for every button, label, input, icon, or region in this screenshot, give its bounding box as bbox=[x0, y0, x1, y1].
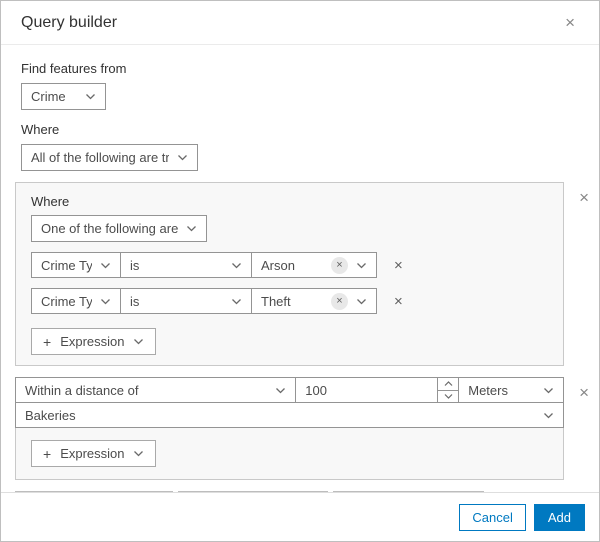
target-layer-value: Bakeries bbox=[25, 407, 76, 423]
group-combine-select[interactable]: One of the following are tr... bbox=[31, 215, 207, 242]
operator-select-value: is bbox=[130, 257, 140, 273]
chevron-down-icon bbox=[100, 298, 111, 305]
distance-row: Within a distance of 100 Meters bbox=[15, 377, 564, 403]
field-select[interactable]: Crime Type bbox=[31, 252, 121, 278]
dialog-header: Query builder × bbox=[1, 1, 599, 45]
plus-icon: + bbox=[43, 445, 52, 462]
spatial-mode-select[interactable]: Within a distance of bbox=[15, 377, 297, 403]
dialog-title: Query builder bbox=[21, 13, 118, 31]
remove-group-icon[interactable]: × bbox=[575, 187, 593, 208]
operator-select[interactable]: is bbox=[120, 288, 252, 314]
value-select-value: Theft bbox=[261, 293, 291, 309]
stepper-down-icon[interactable] bbox=[438, 391, 458, 403]
remove-group-icon[interactable]: × bbox=[575, 382, 593, 403]
layer-select[interactable]: Crime bbox=[21, 83, 106, 110]
combine-mode-value: All of the following are true bbox=[31, 150, 169, 165]
value-select[interactable]: Theft × bbox=[251, 288, 377, 314]
cancel-button[interactable]: Cancel bbox=[459, 503, 526, 531]
find-features-label: Find features from bbox=[21, 61, 127, 76]
chevron-down-icon bbox=[100, 262, 111, 269]
value-select-value: Arson bbox=[261, 257, 295, 273]
chevron-down-icon bbox=[275, 387, 286, 394]
chevron-down-icon bbox=[356, 298, 367, 305]
remove-condition-icon[interactable]: × bbox=[390, 256, 407, 275]
field-select[interactable]: Crime Type bbox=[31, 288, 121, 314]
add-expression-button[interactable]: + Expression bbox=[31, 440, 156, 467]
spatial-group-wrapper: Within a distance of 100 Meters Bakeries… bbox=[15, 377, 599, 480]
spatial-group: Within a distance of 100 Meters Bakeries… bbox=[15, 377, 564, 480]
where-group: Where One of the following are tr... Cri… bbox=[15, 182, 564, 366]
chevron-down-icon bbox=[231, 262, 242, 269]
distance-stepper bbox=[437, 378, 459, 403]
value-select[interactable]: Arson × bbox=[251, 252, 377, 278]
chevron-down-icon bbox=[177, 154, 188, 161]
chevron-down-icon bbox=[133, 450, 144, 457]
combine-mode-select[interactable]: All of the following are true bbox=[21, 144, 198, 171]
add-expression-button[interactable]: + Expression bbox=[31, 328, 156, 355]
operator-select-value: is bbox=[130, 293, 140, 309]
layer-select-value: Crime bbox=[31, 89, 66, 104]
spatial-mode-value: Within a distance of bbox=[25, 382, 139, 398]
query-builder-dialog: Query builder × Find features from Crime… bbox=[0, 0, 600, 542]
add-expression-label: Expression bbox=[60, 334, 125, 349]
dialog-body: Find features from Crime Where All of th… bbox=[1, 45, 599, 519]
plus-icon: + bbox=[43, 333, 52, 350]
condition-row: Crime Type is Arson bbox=[31, 252, 548, 278]
operator-select[interactable]: is bbox=[120, 252, 252, 278]
group-where-label: Where bbox=[31, 194, 70, 209]
field-select-value: Crime Type bbox=[41, 257, 92, 273]
close-icon[interactable]: × bbox=[561, 12, 579, 33]
distance-input[interactable] bbox=[296, 378, 438, 402]
units-value: Meters bbox=[468, 382, 508, 398]
remove-value-chip-icon[interactable]: × bbox=[331, 256, 348, 274]
group-combine-value: One of the following are tr... bbox=[41, 221, 178, 236]
distance-input-wrap bbox=[295, 377, 460, 403]
chevron-down-icon bbox=[85, 93, 96, 100]
remove-condition-icon[interactable]: × bbox=[390, 292, 407, 311]
field-select-value: Crime Type bbox=[41, 293, 92, 309]
chevron-down-icon bbox=[133, 338, 144, 345]
condition-row: Crime Type is Theft bbox=[31, 288, 548, 314]
chevron-down-icon bbox=[356, 262, 367, 269]
target-layer-select[interactable]: Bakeries bbox=[15, 402, 564, 428]
chevron-down-icon bbox=[231, 298, 242, 305]
where-group-wrapper: Where One of the following are tr... Cri… bbox=[15, 182, 599, 366]
stepper-up-icon[interactable] bbox=[438, 378, 459, 391]
chevron-down-icon bbox=[186, 225, 197, 232]
remove-value-chip-icon[interactable]: × bbox=[331, 292, 348, 310]
add-button[interactable]: Add bbox=[533, 503, 585, 531]
units-select[interactable]: Meters bbox=[458, 377, 564, 403]
where-label: Where bbox=[21, 122, 60, 137]
add-expression-label: Expression bbox=[60, 446, 125, 461]
chevron-down-icon bbox=[543, 387, 554, 394]
dialog-footer: Cancel Add bbox=[1, 492, 599, 541]
chevron-down-icon bbox=[543, 412, 554, 419]
